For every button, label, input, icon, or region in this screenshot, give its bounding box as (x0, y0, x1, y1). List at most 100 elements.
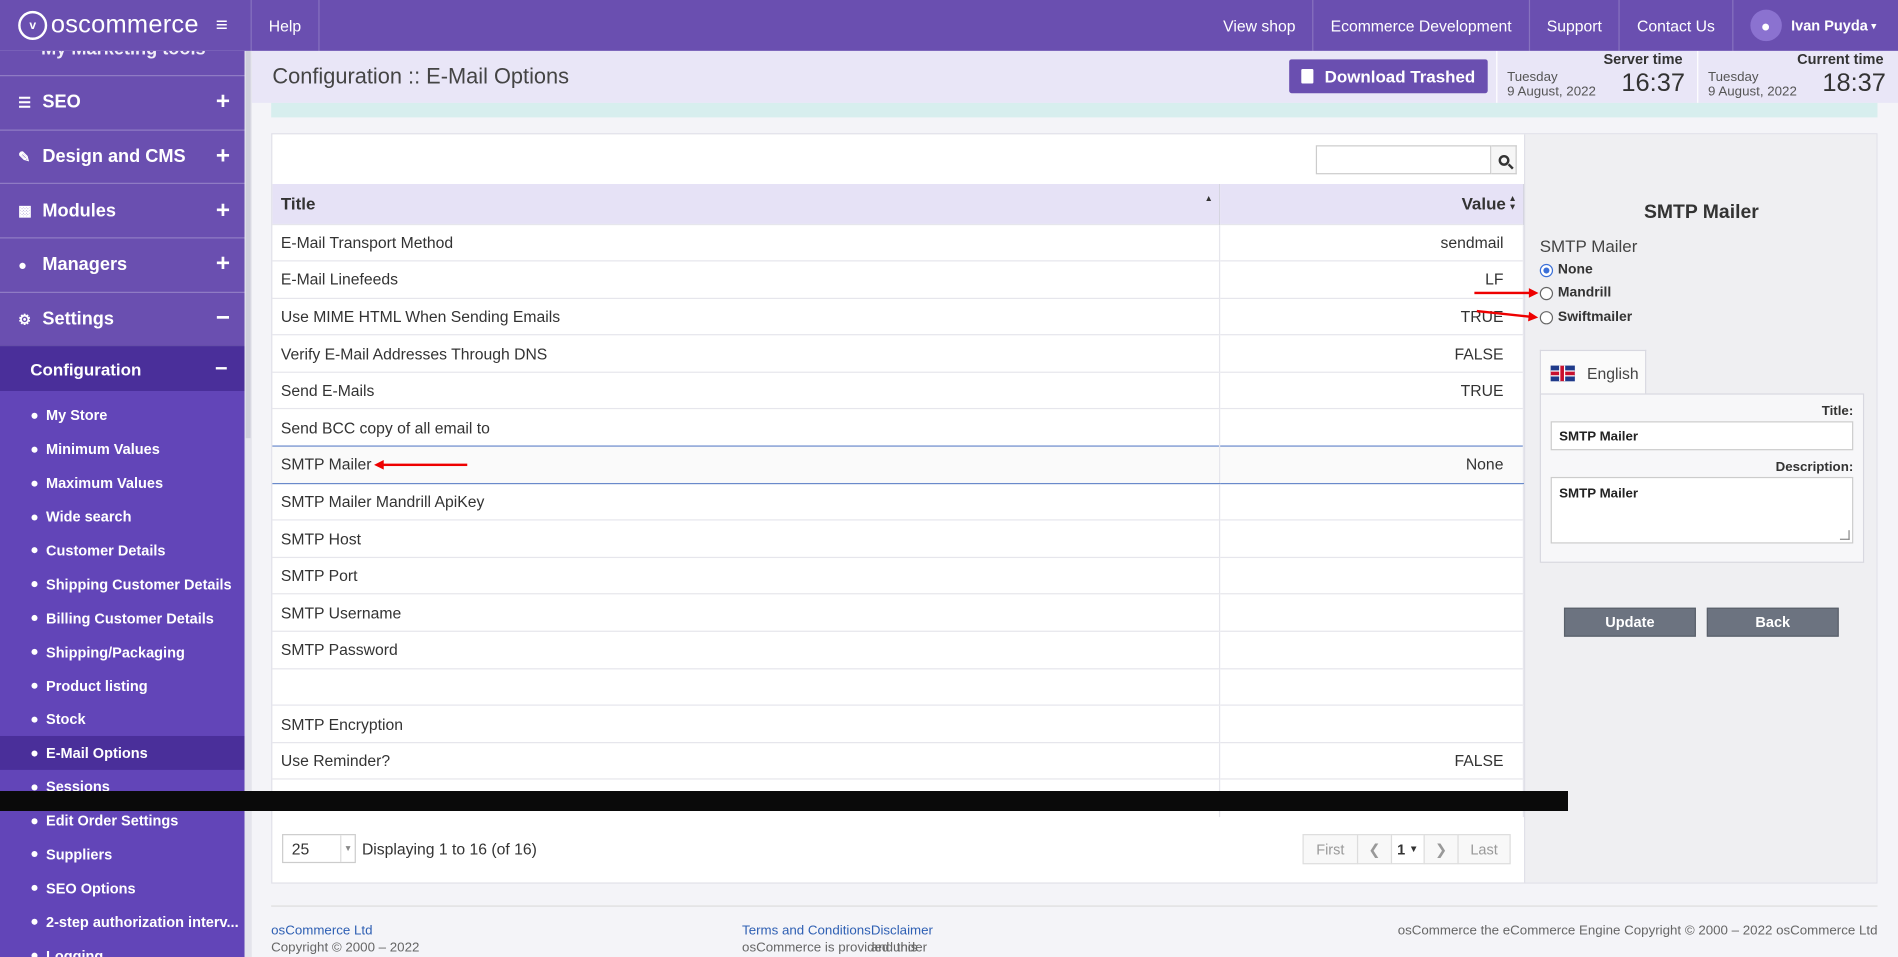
current-date: 9 August, 2022 (1708, 84, 1797, 100)
prev-page-icon[interactable]: ❮ (1356, 834, 1393, 865)
search-input[interactable] (1315, 145, 1492, 175)
cell-value: FALSE (1219, 334, 1525, 373)
table-row[interactable]: Use Reminder? FALSE (272, 741, 1525, 780)
radio-mandrill[interactable]: Mandrill (1539, 285, 1612, 301)
search-button[interactable] (1491, 145, 1517, 175)
last-page-button[interactable]: Last (1457, 834, 1511, 865)
file-icon (1301, 68, 1314, 84)
cell-value (1219, 704, 1525, 743)
oscommerce-ltd-link[interactable]: osCommerce Ltd (271, 924, 372, 939)
first-page-button[interactable]: First (1302, 834, 1359, 865)
radio-label: Mandrill (1557, 285, 1612, 301)
disclaimer-link[interactable]: Disclaimer (871, 924, 933, 939)
per-page-select[interactable]: 25 ▼ (282, 834, 356, 864)
table-row[interactable]: SMTP Encryption (272, 704, 1525, 743)
contact-us-link[interactable]: Contact Us (1620, 0, 1733, 51)
search-box (1315, 145, 1517, 175)
cell-value (1219, 408, 1525, 447)
sidebar-item[interactable]: Customer Details (0, 534, 245, 568)
bullet-icon (31, 716, 38, 723)
sidebar-section-seo[interactable]: ☰ SEO + (0, 75, 245, 129)
table-row[interactable]: SMTP Username (272, 593, 1525, 632)
sidebar-item[interactable]: Shipping Customer Details (0, 568, 245, 602)
sidebar-item-label: Product listing (45, 677, 148, 695)
sidebar-item[interactable]: Minimum Values (0, 433, 245, 467)
sidebar-item[interactable]: E-Mail Options (0, 736, 245, 771)
ecommerce-development-link[interactable]: Ecommerce Development (1314, 0, 1530, 51)
sidebar-section-managers[interactable]: ● Managers + (0, 237, 245, 291)
user-menu[interactable]: ● Ivan Puyda ▾ (1733, 0, 1898, 51)
sidebar-item-label: Wide search (45, 508, 132, 526)
radio-circle[interactable] (1539, 310, 1554, 324)
title-input[interactable]: SMTP Mailer (1550, 421, 1854, 451)
back-button[interactable]: Back (1706, 607, 1839, 637)
puzzle-icon: ▩ (18, 202, 32, 220)
bullet-icon (31, 750, 38, 757)
table-row[interactable]: E-Mail Transport Method sendmail (272, 223, 1525, 261)
table-row[interactable] (272, 667, 1525, 706)
current-time-value: 18:37 (1822, 68, 1886, 97)
sidebar-item[interactable]: Wide search (0, 500, 245, 534)
sidebar-item[interactable]: Product listing (0, 669, 245, 703)
footer-provided: osCommerce is provided under Terms and C… (742, 924, 933, 955)
logo[interactable]: v oscommerce ≡ (0, 0, 252, 51)
radio-none[interactable]: None (1539, 263, 1593, 277)
table-row[interactable]: SMTP Host (272, 519, 1525, 558)
title-label: Title: (1821, 404, 1854, 419)
tab-english[interactable]: English (1539, 349, 1647, 395)
next-page-icon[interactable]: ❯ (1423, 834, 1459, 865)
sidebar-section-label: Modules (42, 200, 117, 222)
description-textarea[interactable]: SMTP Mailer (1550, 476, 1854, 544)
scrollbar-thumb[interactable] (245, 50, 251, 439)
cell-title: SMTP Mailer Mandrill ApiKey (272, 482, 1221, 521)
sidebar-item[interactable]: Shipping/Packaging (0, 635, 245, 669)
table-row[interactable]: Send E-Mails TRUE (272, 371, 1525, 410)
sidebar-section-modules[interactable]: ▩ Modules + (0, 183, 245, 237)
bullet-icon (31, 919, 38, 926)
help-link[interactable]: Help (252, 0, 320, 51)
table-row[interactable]: Send BCC copy of all email to (272, 408, 1525, 447)
caret-down-icon: ▾ (1871, 19, 1877, 31)
support-link[interactable]: Support (1530, 0, 1621, 51)
download-trashed-button[interactable]: Download Trashed (1289, 59, 1488, 94)
radio-circle[interactable] (1539, 286, 1554, 300)
page-select[interactable]: 1 ▼ (1390, 834, 1425, 865)
footer-and-text: and this (870, 940, 918, 956)
radio-circle[interactable] (1539, 263, 1554, 277)
terms-link[interactable]: Terms and Conditions (742, 924, 871, 939)
current-time: Current time Tuesday 9 August, 2022 18:37 (1697, 50, 1898, 103)
sidebar-item-label: Maximum Values (45, 474, 164, 492)
sidebar-section-design-cms[interactable]: ✎ Design and CMS + (0, 129, 245, 183)
sidebar-item[interactable]: Billing Customer Details (0, 601, 245, 635)
sidebar-item-my-marketing-tools[interactable]: My Marketing tools (41, 51, 205, 59)
sidebar-item[interactable]: My Store (0, 399, 245, 433)
sidebar-item[interactable]: 2-step authorization interv... (0, 905, 245, 939)
view-shop-link[interactable]: View shop (1206, 0, 1314, 51)
cell-title: E-Mail Transport Method (272, 223, 1221, 261)
sidebar-item[interactable]: Suppliers (0, 838, 245, 872)
column-title[interactable]: Title ▲ (272, 183, 1221, 224)
column-value[interactable]: Value ▲ ▼ (1219, 183, 1525, 224)
update-button[interactable]: Update (1563, 607, 1696, 637)
config-table: Title ▲ Value ▲ ▼ E-Mail Transport Method se… (272, 183, 1525, 817)
cell-value (1219, 667, 1525, 706)
sidebar-scrollbar[interactable] (244, 50, 252, 957)
sidebar-item[interactable]: Stock (0, 703, 245, 737)
sidebar-sub-configuration[interactable]: Configuration − (0, 345, 245, 392)
resize-handle[interactable] (1839, 530, 1850, 540)
table-row[interactable]: Verify E-Mail Addresses Through DNS FALSE (272, 334, 1525, 373)
table-row[interactable]: E-Mail Linefeeds LF (272, 260, 1525, 299)
table-row[interactable]: Use MIME HTML When Sending Emails TRUE (272, 297, 1525, 336)
radio-swiftmailer[interactable]: Swiftmailer (1539, 310, 1632, 324)
column-title-label: Title (280, 193, 316, 214)
table-row[interactable]: SMTP Port (272, 556, 1525, 595)
hamburger-icon[interactable]: ≡ (216, 13, 228, 37)
sidebar-item[interactable]: Logging (0, 939, 245, 957)
table-row[interactable]: SMTP Mailer Mandrill ApiKey (272, 482, 1525, 521)
sidebar-item[interactable]: Maximum Values (0, 466, 245, 500)
sidebar: My Marketing tools ☰ SEO + ✎ Design and … (0, 50, 245, 957)
sidebar-item[interactable]: SEO Options (0, 871, 245, 905)
sidebar-section-settings[interactable]: ⚙ Settings − (0, 291, 245, 345)
table-row[interactable]: SMTP Password (272, 630, 1525, 669)
sidebar-sub-label: Configuration (30, 359, 142, 379)
